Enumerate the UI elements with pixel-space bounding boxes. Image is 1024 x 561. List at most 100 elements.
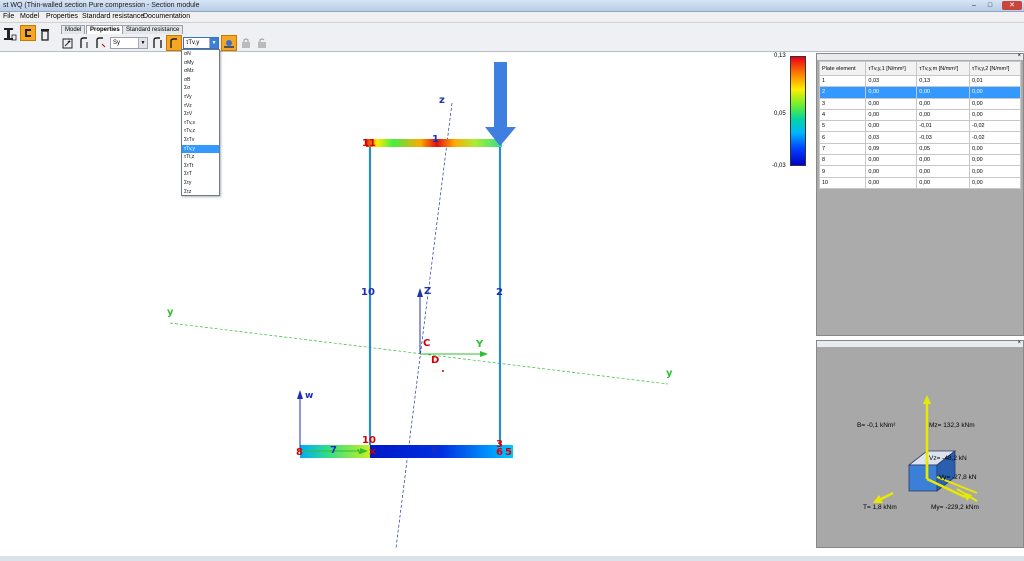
- z-axis-label: z: [439, 95, 445, 106]
- dropdown-option[interactable]: Σσ: [182, 84, 219, 93]
- stress-select[interactable]: τTv,y ▼: [183, 37, 219, 49]
- minimize-button[interactable]: –: [968, 1, 980, 10]
- table-row[interactable]: 6 0,03 -0,03 -0,02: [818, 131, 1021, 144]
- table-row[interactable]: 8 0,00 0,00 0,00: [818, 154, 1021, 167]
- dropdown-option[interactable]: σMy: [182, 59, 219, 68]
- table-row[interactable]: 5 0,00 -0,01 -0,02: [818, 120, 1021, 133]
- open-section-icon[interactable]: [20, 25, 36, 41]
- table-cell: 0,03: [865, 131, 918, 144]
- table-cell: 9: [818, 165, 867, 178]
- colorbar-min-label: -0,03: [772, 163, 786, 169]
- bend-icon[interactable]: [77, 35, 93, 51]
- dropdown-option[interactable]: Στy: [182, 179, 219, 188]
- table-row[interactable]: 4 0,00 0,00 0,00: [818, 108, 1021, 122]
- drawing-canvas[interactable]: × z y y Z Y C D w 11 1 10 2 10 3 8 7 6 6…: [0, 53, 814, 556]
- w-label: w: [305, 391, 313, 401]
- table-cell: 0,00: [916, 108, 971, 122]
- table-cell: 0,00: [969, 86, 1021, 99]
- element-1-label: 1: [432, 134, 439, 145]
- table-row[interactable]: 7 0,09 0,05 0,00: [818, 142, 1021, 156]
- table-header-cell[interactable]: τTv,y,m [N/mm²]: [916, 61, 971, 76]
- local-z-arrow: [417, 288, 423, 297]
- maximize-button[interactable]: □: [984, 1, 996, 10]
- dropdown-option[interactable]: σB: [182, 76, 219, 85]
- color-scale-bar: [790, 56, 806, 166]
- dropdown-option[interactable]: τTv,z: [182, 127, 219, 136]
- tab-model[interactable]: Model: [61, 25, 86, 34]
- node-8-label: 8: [296, 447, 303, 458]
- dropdown-option[interactable]: τTv,s: [182, 119, 219, 128]
- table-cell: 6: [818, 131, 867, 144]
- section-select[interactable]: Sy ▼: [110, 37, 148, 49]
- zoom-icon[interactable]: +: [60, 35, 76, 51]
- lock-icon[interactable]: [238, 35, 254, 51]
- dropdown-option[interactable]: ΣτV: [182, 110, 219, 119]
- table-cell: 0,00: [916, 165, 971, 178]
- table-header-cell[interactable]: τTv,y,2 [N/mm²]: [969, 61, 1021, 76]
- table-cell: 10: [818, 176, 867, 189]
- colorbar-max-label: 0,13: [774, 53, 786, 59]
- delete-icon[interactable]: [37, 26, 53, 42]
- dropdown-option[interactable]: τTt,z: [182, 153, 219, 162]
- menu-model[interactable]: Model: [20, 13, 39, 20]
- dropdown-option[interactable]: σN: [182, 50, 219, 59]
- table-cell: 7: [818, 142, 867, 156]
- table-header-cell[interactable]: τTv,y,1 [N/mm²]: [865, 61, 918, 76]
- dropdown-option[interactable]: τVz: [182, 102, 219, 111]
- dropdown-option[interactable]: Στz: [182, 188, 219, 197]
- force-my-label: My= -229,2 kNm: [931, 504, 979, 511]
- force-diagram: [873, 395, 978, 503]
- local-y-label: Y: [475, 339, 484, 350]
- table-row[interactable]: 2 0,00 0,00 0,00: [818, 86, 1021, 99]
- local-z-label: Z: [424, 286, 431, 297]
- table-cell: 0,00: [865, 154, 918, 167]
- tab-standard-resistance[interactable]: Standard resistance: [122, 25, 184, 34]
- close-icon[interactable]: ×: [1017, 53, 1021, 59]
- dropdown-option[interactable]: ΣτTt: [182, 162, 219, 171]
- results-table: Plate element τTv,y,1 [N/mm²] τTv,y,m [N/m…: [818, 61, 1021, 189]
- dropdown-option[interactable]: ΣτT: [182, 170, 219, 179]
- results-panel: × Plate element τTv,y,1 [N/mm²] τTv,y,m [N…: [816, 53, 1024, 384]
- force-vy-label: Vy= -27,8 kN: [939, 474, 977, 481]
- table-header-cell[interactable]: Plate element: [818, 61, 867, 76]
- shear-icon[interactable]: [93, 35, 109, 51]
- stress-dropdown-list[interactable]: σN σMy σMz σB Σσ τVy τVz ΣτV τTv,s τTv,z ΣτTv τTv,y…: [181, 49, 220, 196]
- menu-file[interactable]: File: [3, 13, 14, 20]
- dropdown-option[interactable]: ΣτTv: [182, 136, 219, 145]
- app-window: st WQ (Thin-walled section Pure compress…: [0, 0, 1024, 561]
- unlock-icon[interactable]: [254, 35, 270, 51]
- dropdown-option[interactable]: τTv,y: [182, 144, 219, 154]
- table-cell: 0,00: [865, 86, 918, 99]
- svg-text:+: +: [67, 39, 71, 45]
- close-button[interactable]: ✕: [1002, 1, 1022, 10]
- window-title: st WQ (Thin-walled section Pure compress…: [3, 2, 200, 9]
- menu-documentation[interactable]: Documentation: [143, 13, 190, 20]
- dropdown-option[interactable]: τVy: [182, 93, 219, 102]
- stress-active-icon[interactable]: [166, 35, 182, 51]
- status-bar: [0, 556, 1024, 561]
- table-row[interactable]: 1 0,03 0,13 0,01: [818, 74, 1021, 88]
- table-row[interactable]: 10 0,00 0,00 0,00: [818, 176, 1021, 189]
- chevron-down-icon[interactable]: ▼: [209, 38, 218, 48]
- stress-icon[interactable]: [150, 35, 166, 51]
- table-cell: -0,02: [969, 120, 1021, 133]
- tab-properties[interactable]: Properties: [86, 25, 124, 34]
- table-cell: 1: [818, 74, 867, 88]
- table-cell: 5: [818, 120, 867, 133]
- dropdown-option[interactable]: σMz: [182, 67, 219, 76]
- colorbar-mid-label: 0,05: [774, 111, 786, 117]
- menu-standard-resistance[interactable]: Standard resistance: [82, 13, 144, 20]
- table-cell: 0,00: [969, 108, 1021, 122]
- menu-properties[interactable]: Properties: [46, 13, 78, 20]
- force-mz-label: Mz= 132,3 kNm: [929, 422, 975, 429]
- visibility-icon[interactable]: [221, 35, 237, 51]
- table-cell: 0,13: [916, 74, 971, 88]
- chevron-down-icon[interactable]: ▼: [138, 38, 147, 48]
- node-10-label: 10: [362, 435, 376, 446]
- section-icon[interactable]: [2, 26, 18, 42]
- table-cell: 3: [818, 97, 867, 110]
- table-row[interactable]: 9 0,00 0,00 0,00: [818, 165, 1021, 178]
- stress-band-bottom-right: [370, 445, 513, 458]
- table-cell: 0,03: [865, 74, 918, 88]
- table-row[interactable]: 3 0,00 0,00 0,00: [818, 97, 1021, 110]
